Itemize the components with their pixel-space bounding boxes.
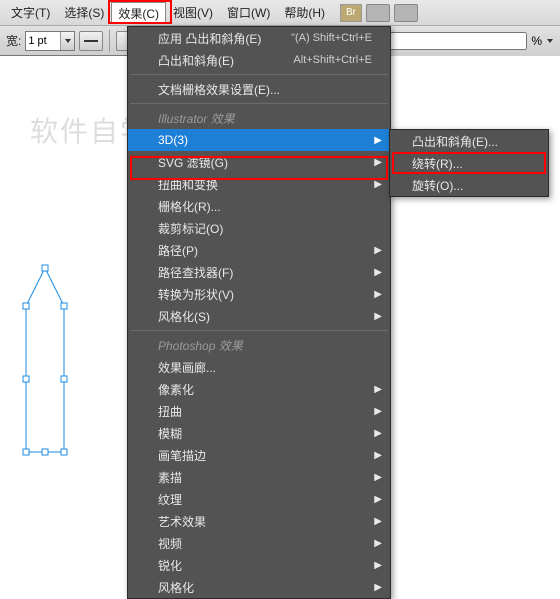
menu-item-label: 模糊 — [158, 425, 182, 442]
menu-select[interactable]: 选择(S) — [57, 1, 111, 24]
artboard[interactable] — [0, 56, 130, 501]
opacity-unit: % — [531, 34, 542, 48]
separator — [109, 30, 110, 52]
submenu-extrude[interactable]: 凸出和斜角(E)... — [390, 130, 548, 152]
menu-item-label: 转换为形状(V) — [158, 286, 234, 303]
menu-item[interactable]: 锐化 ▶ — [128, 554, 390, 576]
selected-path[interactable] — [18, 266, 72, 456]
menu-item-label: 素描 — [158, 469, 182, 486]
screen-mode-icon[interactable] — [394, 4, 418, 22]
menu-item[interactable]: SVG 滤镜(G) ▶ — [128, 151, 390, 173]
menu-item[interactable]: 素描 ▶ — [128, 466, 390, 488]
submenu-arrow-icon: ▶ — [374, 267, 382, 278]
menu-item-label: 扭曲 — [158, 403, 182, 420]
arrange-icon[interactable] — [366, 4, 390, 22]
stroke-width-input[interactable] — [26, 32, 60, 50]
menu-divider — [130, 74, 388, 75]
menu-effect[interactable]: 效果(C) — [111, 2, 166, 24]
menu-item-label: 路径查找器(F) — [158, 264, 233, 281]
3d-submenu: 凸出和斜角(E)... 绕转(R)... 旋转(O)... — [389, 129, 549, 197]
menu-item-label: 像素化 — [158, 381, 194, 398]
submenu-arrow-icon: ▶ — [374, 516, 382, 527]
menu-item-label: 艺术效果 — [158, 513, 206, 530]
menu-doc-raster[interactable]: 文档栅格效果设置(E)... — [128, 78, 390, 100]
menu-item[interactable]: 模糊 ▶ — [128, 422, 390, 444]
menu-item[interactable]: 裁剪标记(O) — [128, 217, 390, 239]
submenu-arrow-icon: ▶ — [374, 538, 382, 549]
menu-item[interactable]: 扭曲和变换 ▶ — [128, 173, 390, 195]
menubar: 文字(T) 选择(S) 效果(C) 视图(V) 窗口(W) 帮助(H) Br — [0, 0, 560, 26]
menu-last-effect[interactable]: 凸出和斜角(E)Alt+Shift+Ctrl+E — [128, 49, 390, 71]
submenu-arrow-icon: ▶ — [374, 157, 382, 168]
opacity-input[interactable] — [368, 32, 527, 50]
opacity-dropdown-icon[interactable] — [546, 34, 554, 48]
dash-style-button[interactable] — [79, 31, 103, 51]
menu-item[interactable]: 栅格化(R)... — [128, 195, 390, 217]
submenu-arrow-icon: ▶ — [374, 179, 382, 190]
stroke-width-label: 宽: — [6, 32, 21, 49]
menu-item-label: 风格化(S) — [158, 308, 210, 325]
menu-divider — [130, 103, 388, 104]
menu-item[interactable]: 艺术效果 ▶ — [128, 510, 390, 532]
menu-item[interactable]: 路径(P) ▶ — [128, 239, 390, 261]
submenu-arrow-icon: ▶ — [374, 135, 382, 146]
menu-item-label: 风格化 — [158, 579, 194, 596]
menu-text[interactable]: 文字(T) — [4, 1, 57, 24]
submenu-arrow-icon: ▶ — [374, 384, 382, 395]
opacity-field[interactable] — [368, 32, 527, 50]
menu-item-label: 扭曲和变换 — [158, 176, 218, 193]
menu-header-photoshop: Photoshop 效果 — [128, 334, 390, 356]
menu-item-label: 效果画廊... — [158, 359, 216, 376]
effect-menu-dropdown: 应用 凸出和斜角(E)"(A) Shift+Ctrl+E 凸出和斜角(E)Alt… — [127, 26, 391, 599]
menu-item[interactable]: 3D(3) ▶ — [128, 129, 390, 151]
menu-item-label: 栅格化(R)... — [158, 198, 221, 215]
menu-help[interactable]: 帮助(H) — [277, 1, 332, 24]
submenu-arrow-icon: ▶ — [374, 450, 382, 461]
submenu-arrow-icon: ▶ — [374, 428, 382, 439]
menu-item-label: 裁剪标记(O) — [158, 220, 223, 237]
menu-view[interactable]: 视图(V) — [166, 1, 220, 24]
submenu-arrow-icon: ▶ — [374, 311, 382, 322]
menu-item[interactable]: 转换为形状(V) ▶ — [128, 283, 390, 305]
menu-item[interactable]: 效果画廊... — [128, 356, 390, 378]
menu-header-illustrator: Illustrator 效果 — [128, 107, 390, 129]
menu-window[interactable]: 窗口(W) — [220, 1, 277, 24]
stroke-width-field[interactable] — [25, 31, 75, 51]
menu-item-label: 画笔描边 — [158, 447, 206, 464]
submenu-arrow-icon: ▶ — [374, 472, 382, 483]
menu-item-label: 路径(P) — [158, 242, 198, 259]
menu-apply-last[interactable]: 应用 凸出和斜角(E)"(A) Shift+Ctrl+E — [128, 27, 390, 49]
submenu-arrow-icon: ▶ — [374, 289, 382, 300]
menu-divider — [130, 330, 388, 331]
submenu-arrow-icon: ▶ — [374, 245, 382, 256]
submenu-arrow-icon: ▶ — [374, 494, 382, 505]
menu-item[interactable]: 风格化(S) ▶ — [128, 305, 390, 327]
menu-item[interactable]: 路径查找器(F) ▶ — [128, 261, 390, 283]
menu-item[interactable]: 风格化 ▶ — [128, 576, 390, 598]
menu-item[interactable]: 纹理 ▶ — [128, 488, 390, 510]
dropdown-icon[interactable] — [60, 32, 74, 50]
menu-item-label: 纹理 — [158, 491, 182, 508]
submenu-rotate[interactable]: 旋转(O)... — [390, 174, 548, 196]
menu-item[interactable]: 像素化 ▶ — [128, 378, 390, 400]
menu-item[interactable]: 扭曲 ▶ — [128, 400, 390, 422]
menu-item-label: 锐化 — [158, 557, 182, 574]
menu-item[interactable]: 画笔描边 ▶ — [128, 444, 390, 466]
menu-item[interactable]: 视频 ▶ — [128, 532, 390, 554]
submenu-arrow-icon: ▶ — [374, 560, 382, 571]
menu-item-label: SVG 滤镜(G) — [158, 154, 228, 171]
menu-item-label: 视频 — [158, 535, 182, 552]
bridge-button[interactable]: Br — [340, 4, 362, 22]
menu-item-label: 3D(3) — [158, 133, 188, 147]
submenu-revolve[interactable]: 绕转(R)... — [390, 152, 548, 174]
submenu-arrow-icon: ▶ — [374, 582, 382, 593]
submenu-arrow-icon: ▶ — [374, 406, 382, 417]
